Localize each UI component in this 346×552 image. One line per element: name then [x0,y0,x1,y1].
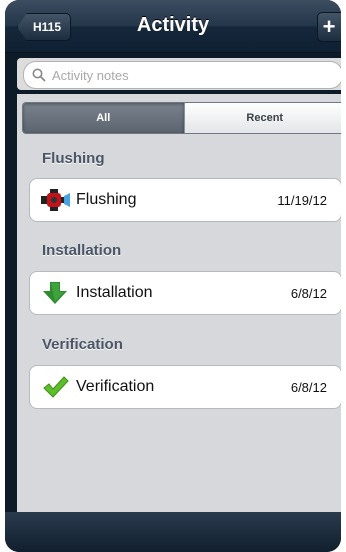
list-item-label: Verification [76,378,155,395]
section-header-flushing: Flushing [42,150,105,167]
list-item-date: 11/19/12 [277,192,327,208]
page-title: Activity [136,14,210,36]
activity-list: All Recent Flushing Flushing 11/19/12 In… [17,94,341,512]
list-item-installation[interactable]: Installation 6/8/12 [29,271,341,315]
list-item-date: 6/8/12 [290,379,327,395]
list-item-label: Flushing [76,191,137,208]
search-bar [17,58,341,90]
search-icon [32,68,46,82]
green-checkmark-icon [43,376,69,398]
segment-all[interactable]: All [23,103,184,133]
bottom-toolbar [5,512,341,552]
flushing-valve-icon [41,189,70,211]
list-item-verification[interactable]: Verification 6/8/12 [29,365,341,409]
section-header-installation: Installation [42,242,122,259]
list-item-label: Installation [76,284,153,301]
search-input[interactable] [50,66,334,84]
search-field[interactable] [23,61,341,89]
list-item-flushing[interactable]: Flushing 11/19/12 [29,178,341,222]
device-screen: H115 Activity + All Recent Flushing [5,0,341,552]
list-item-date: 6/8/12 [290,285,327,301]
segmented-control: All Recent [22,102,341,134]
green-down-arrow-icon [43,282,67,304]
segment-recent[interactable]: Recent [183,103,341,133]
add-button[interactable]: + [317,12,341,42]
section-header-verification: Verification [42,336,123,353]
navigation-bar: H115 Activity + [5,0,341,53]
